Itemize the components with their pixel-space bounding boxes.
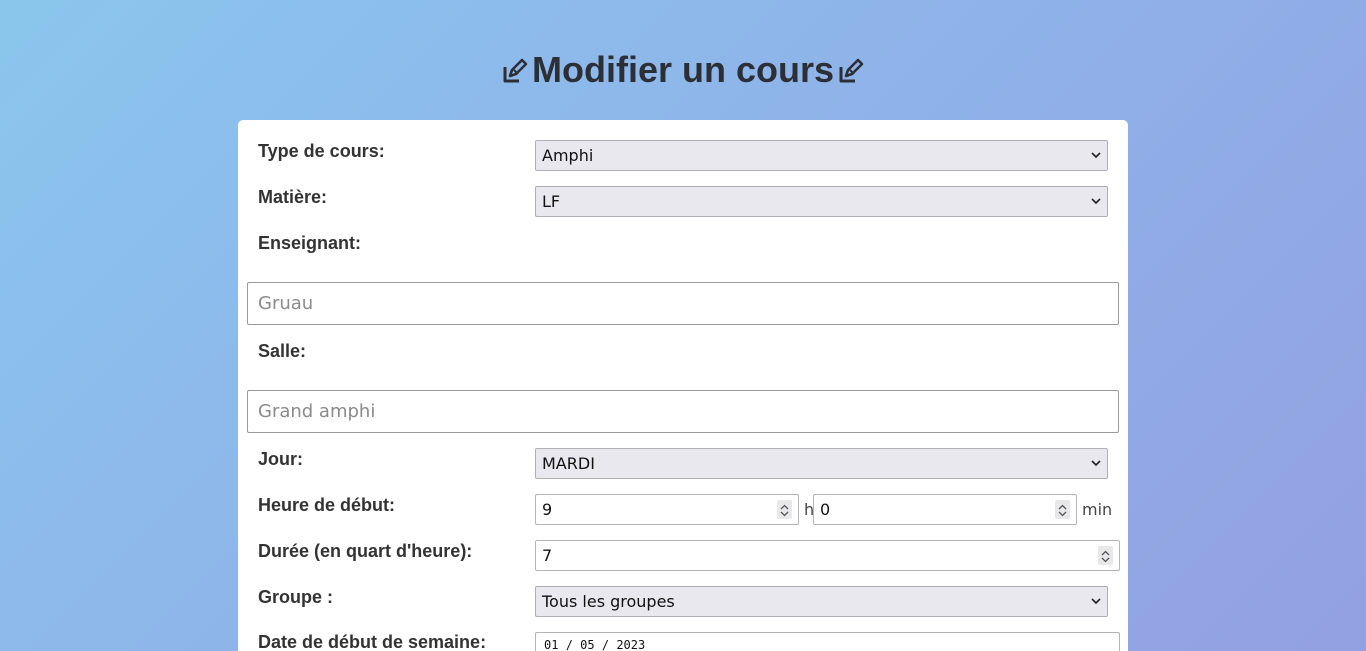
duration-value: 7 xyxy=(542,546,553,565)
duration-label: Durée (en quart d'heure): xyxy=(258,541,473,561)
chevron-down-icon xyxy=(1091,152,1101,159)
course-type-label: Type de cours: xyxy=(258,141,385,161)
edit-course-form: Type de cours: Amphi Matière: LF Enseign… xyxy=(238,120,1128,651)
group-value: Tous les groupes xyxy=(542,592,675,611)
course-type-select[interactable]: Amphi xyxy=(535,140,1108,171)
start-minutes-input[interactable]: 0 xyxy=(813,494,1077,525)
date-day[interactable]: 01 xyxy=(544,638,558,651)
start-hours-value: 9 xyxy=(542,500,553,519)
spinner-icon[interactable] xyxy=(1098,546,1113,565)
teacher-input[interactable]: Gruau xyxy=(247,282,1119,325)
minutes-unit: min xyxy=(1082,500,1113,519)
date-separator: / xyxy=(565,638,573,651)
spinner-icon[interactable] xyxy=(1055,500,1070,519)
chevron-down-icon xyxy=(1091,198,1101,205)
start-minutes-value: 0 xyxy=(820,500,831,519)
subject-value: LF xyxy=(542,192,561,211)
room-placeholder: Grand amphi xyxy=(258,401,376,422)
room-label: Salle: xyxy=(258,341,307,361)
day-select[interactable]: MARDI xyxy=(535,448,1108,479)
teacher-label: Enseignant: xyxy=(258,233,362,253)
group-select[interactable]: Tous les groupes xyxy=(535,586,1108,617)
day-label: Jour: xyxy=(258,449,303,469)
duration-input[interactable]: 7 xyxy=(535,540,1120,571)
edit-memo-icon xyxy=(502,50,528,83)
chevron-down-icon xyxy=(1091,598,1101,605)
room-input[interactable]: Grand amphi xyxy=(247,390,1119,433)
day-value: MARDI xyxy=(542,454,595,473)
date-year[interactable]: 2023 xyxy=(616,638,645,651)
spinner-icon[interactable] xyxy=(777,500,792,519)
teacher-placeholder: Gruau xyxy=(258,293,314,314)
date-separator: / xyxy=(601,638,610,651)
page-title: Modifier un cours xyxy=(0,48,1366,92)
subject-select[interactable]: LF xyxy=(535,186,1108,217)
group-label: Groupe : xyxy=(258,587,333,607)
course-type-value: Amphi xyxy=(542,146,594,165)
edit-memo-icon xyxy=(838,50,864,83)
start-hours-input[interactable]: 9 xyxy=(535,494,799,525)
chevron-down-icon xyxy=(1091,460,1101,467)
date-month[interactable]: 05 xyxy=(580,638,594,651)
week-start-label: Date de début de semaine: xyxy=(258,632,487,651)
start-time-label: Heure de début: xyxy=(258,495,396,515)
page-title-text: Modifier un cours xyxy=(531,49,834,90)
week-start-date-input[interactable]: 01 / 05 / 2023 xyxy=(535,632,1120,651)
subject-label: Matière: xyxy=(258,187,328,207)
